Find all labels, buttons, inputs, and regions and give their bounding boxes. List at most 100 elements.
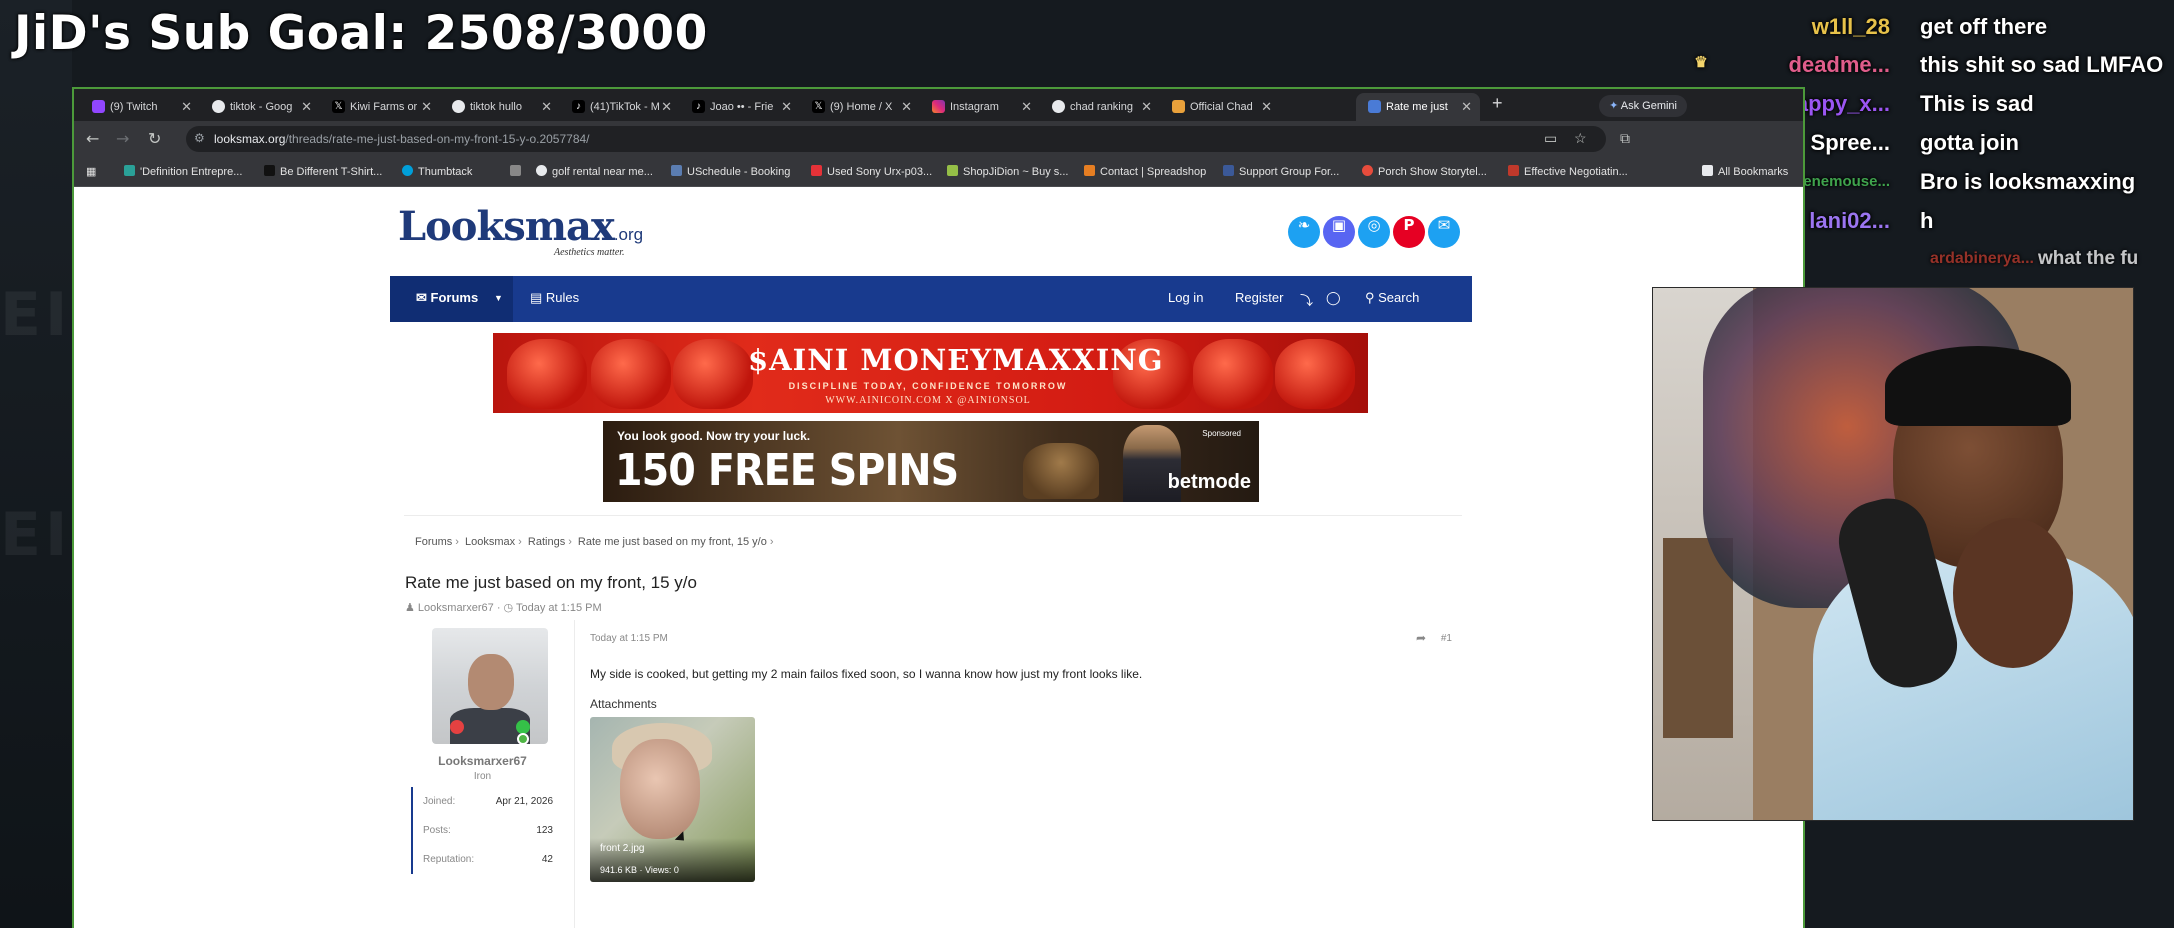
instagram-icon[interactable]: ◎: [1358, 216, 1390, 248]
browser-tab[interactable]: tiktok hullo ✕: [440, 93, 560, 121]
site-logo[interactable]: Looksmax.org: [398, 203, 643, 250]
breadcrumb-item[interactable]: Ratings: [528, 536, 565, 548]
ad-banner-aini[interactable]: $AINI MONEYMAXXING DISCIPLINE TODAY, CON…: [493, 333, 1368, 413]
browser-tab[interactable]: ♪ (41)TikTok - M ✕: [560, 93, 680, 121]
close-tab-icon[interactable]: ✕: [421, 99, 432, 115]
share-icon[interactable]: ➦: [1416, 631, 1426, 645]
bolt-icon[interactable]: ⤵: [1300, 290, 1313, 309]
attachment-thumbnail[interactable]: front 2.jpg 941.6 KB · Views: 0: [590, 717, 755, 882]
nav-login[interactable]: Log in: [1168, 290, 1203, 305]
bookmark-favicon: [947, 165, 958, 176]
browser-tab[interactable]: (9) Twitch ✕: [80, 93, 200, 121]
twitter-icon[interactable]: ❧: [1288, 216, 1320, 248]
logo-tld: .org: [613, 225, 644, 244]
browser-tab[interactable]: 𝕏 (9) Home / X ✕: [800, 93, 920, 121]
browser-tab-active[interactable]: Rate me just ✕: [1356, 93, 1480, 121]
browser-toolbar: ← → ↻ ⚙ looksmax.org/threads/rate-me-jus…: [74, 121, 1803, 157]
discord-icon[interactable]: ▣: [1323, 216, 1355, 248]
back-icon[interactable]: ←: [86, 129, 99, 148]
avatar[interactable]: [432, 628, 548, 744]
breadcrumb-item[interactable]: Looksmax: [465, 536, 515, 548]
nav-forums[interactable]: ✉ Forums: [416, 290, 478, 306]
forward-icon[interactable]: →: [116, 129, 129, 148]
book-icon: ▤: [530, 290, 546, 305]
close-tab-icon[interactable]: ✕: [1461, 99, 1472, 115]
nav-register[interactable]: Register: [1235, 290, 1283, 305]
post-number[interactable]: #1: [1441, 633, 1452, 644]
close-tab-icon[interactable]: ✕: [1141, 99, 1152, 115]
ad-banner-betmode[interactable]: You look good. Now try your luck. 150 FR…: [603, 421, 1259, 502]
tiktok-icon: ♪: [572, 100, 585, 113]
browser-tab[interactable]: Instagram ✕: [920, 93, 1040, 121]
close-tab-icon[interactable]: ✕: [181, 99, 192, 115]
browser-tab[interactable]: ♪ Joao •• - Frie ✕: [680, 93, 800, 121]
apps-grid-icon[interactable]: ▦: [86, 165, 96, 178]
post-body: My side is cooked, but getting my 2 main…: [590, 667, 1143, 681]
browser-tab[interactable]: Official Chad ✕: [1160, 93, 1280, 121]
ad-mascot: [1275, 339, 1355, 409]
address-bar[interactable]: ⚙ looksmax.org/threads/rate-me-just-base…: [186, 126, 1606, 152]
browser-tab[interactable]: 𝕏 Kiwi Farms or ✕: [320, 93, 440, 121]
close-tab-icon[interactable]: ✕: [301, 99, 312, 115]
ad-sponsored-label: Sponsored: [1202, 429, 1241, 438]
close-tab-icon[interactable]: ✕: [1261, 99, 1272, 115]
section-divider: [404, 515, 1462, 516]
bookmark-item[interactable]: Porch Show Storytel...: [1362, 165, 1487, 178]
breadcrumb-item[interactable]: Forums: [415, 536, 452, 548]
stat-value: 42: [541, 854, 553, 865]
close-tab-icon[interactable]: ✕: [661, 99, 672, 115]
bookmark-item[interactable]: golf rental near me...: [536, 165, 653, 178]
user-stats: Joined: Apr 21, 2026 Posts: 123 Reputati…: [411, 787, 553, 874]
bookmark-item[interactable]: Contact | Spreadshop: [1084, 165, 1206, 178]
ask-gemini-button[interactable]: ✦ Ask Gemini: [1599, 95, 1687, 117]
bookmark-star-icon[interactable]: ☆: [1574, 130, 1587, 147]
close-tab-icon[interactable]: ✕: [781, 99, 792, 115]
user-name[interactable]: Looksmarxer67: [404, 754, 561, 768]
install-app-icon[interactable]: ▭: [1544, 130, 1557, 147]
reload-icon[interactable]: ↻: [148, 129, 161, 148]
bookmark-item[interactable]: [510, 165, 526, 178]
browser-tab[interactable]: chad ranking ✕: [1040, 93, 1160, 121]
toggle-icon[interactable]: ◯: [1326, 290, 1341, 306]
bookmark-favicon: [402, 165, 413, 176]
chat-username: Spree...: [1810, 130, 1890, 155]
ad-brand: betmode: [1167, 471, 1251, 493]
new-tab-icon[interactable]: +: [1492, 93, 1503, 114]
chat-username: deadme...: [1788, 52, 1890, 77]
browser-tab[interactable]: tiktok - Goog ✕: [200, 93, 320, 121]
x-icon: 𝕏: [812, 100, 825, 113]
post-date[interactable]: Today at 1:15 PM: [590, 633, 668, 644]
thread-author[interactable]: Looksmarxer67: [418, 602, 494, 614]
bookmark-item[interactable]: Be Different T-Shirt...: [264, 165, 382, 178]
user-panel: Looksmarxer67 Iron Joined: Apr 21, 2026 …: [404, 620, 561, 928]
bookmark-item[interactable]: Thumbtack: [402, 165, 472, 178]
extensions-icon[interactable]: ⧉: [1620, 130, 1630, 147]
nav-rules[interactable]: ▤ Rules: [530, 290, 579, 306]
site-info-icon[interactable]: ⚙: [194, 131, 205, 145]
close-tab-icon[interactable]: ✕: [901, 99, 912, 115]
all-bookmarks-item[interactable]: All Bookmarks: [1702, 165, 1788, 178]
email-icon[interactable]: ✉: [1428, 216, 1460, 248]
thread-title: Rate me just based on my front, 15 y/o: [405, 573, 697, 592]
bookmark-item[interactable]: 'Definition Entrepre...: [124, 165, 242, 178]
tiktok-icon: ♪: [692, 100, 705, 113]
breadcrumb-item[interactable]: Rate me just based on my front, 15 y/o: [578, 536, 767, 548]
stat-label: Reputation:: [423, 854, 475, 865]
tab-title: (9) Twitch: [110, 101, 158, 113]
ad-headline: 150 FREE SPINS: [615, 445, 959, 496]
thread-date[interactable]: Today at 1:15 PM: [516, 602, 602, 614]
bookmark-item[interactable]: Support Group For...: [1223, 165, 1339, 178]
bookmark-item[interactable]: Used Sony Urx-p03...: [811, 165, 932, 178]
ad-tagline: DISCIPLINE TODAY, CONFIDENCE TOMORROW: [788, 381, 1068, 391]
bookmark-item[interactable]: ShopJiDion ~ Buy s...: [947, 165, 1068, 178]
url-path: /threads/rate-me-just-based-on-my-front-…: [285, 132, 590, 146]
close-tab-icon[interactable]: ✕: [1021, 99, 1032, 115]
close-tab-icon[interactable]: ✕: [541, 99, 552, 115]
nav-search[interactable]: ⚲ Search: [1365, 290, 1419, 306]
bookmark-item[interactable]: USchedule - Booking: [671, 165, 790, 178]
bookmark-favicon: [1084, 165, 1095, 176]
chevron-down-icon[interactable]: ▼: [494, 293, 503, 303]
bookmark-item[interactable]: Effective Negotiatin...: [1508, 165, 1628, 178]
pinterest-icon[interactable]: P: [1393, 216, 1425, 248]
ad-mascot: [1193, 339, 1273, 409]
